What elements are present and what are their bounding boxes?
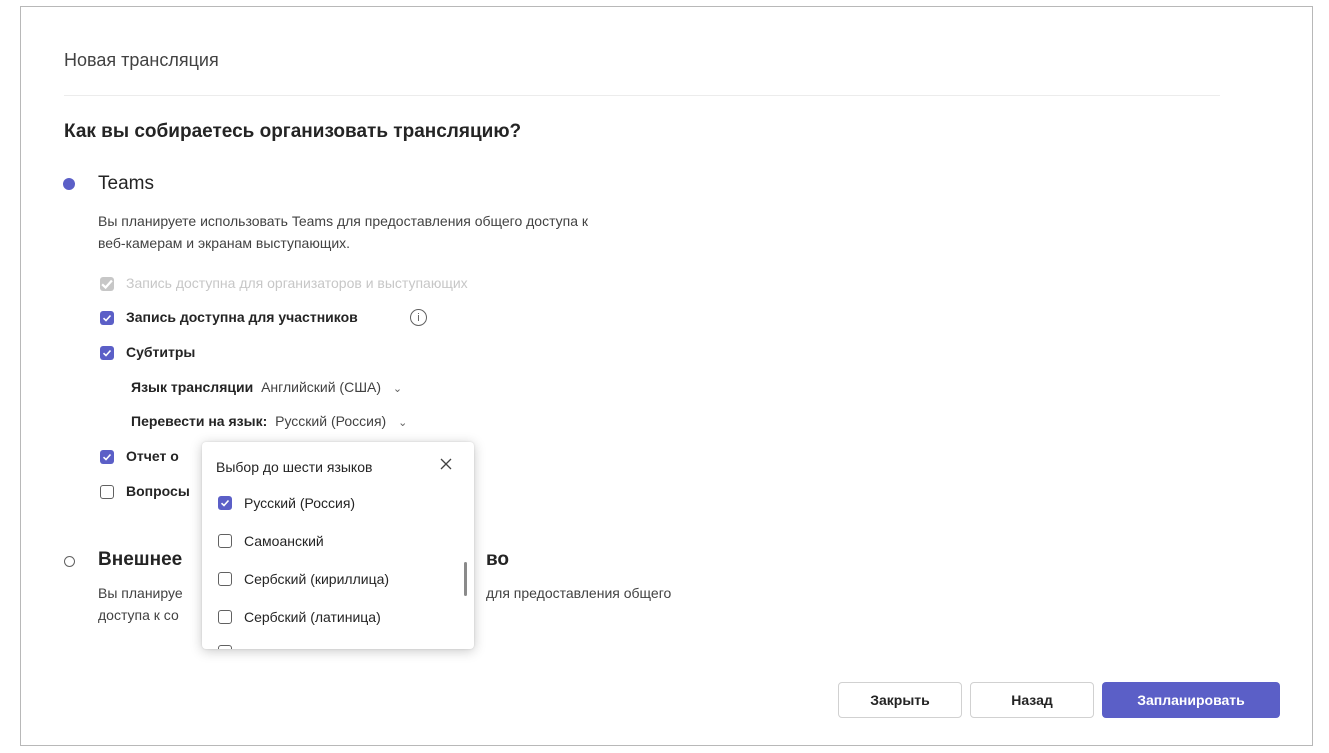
captions-checkbox[interactable]	[100, 346, 114, 360]
check-icon	[102, 349, 112, 357]
teams-option-title[interactable]: Teams	[98, 173, 154, 195]
language-checkbox[interactable]	[218, 572, 232, 586]
chevron-down-icon[interactable]: ⌄	[398, 416, 407, 429]
language-label[interactable]: Русский (Россия)	[244, 495, 355, 511]
question-heading: Как вы собираетесь организовать трансляц…	[64, 121, 522, 142]
recording-organizers-checkbox	[100, 277, 114, 291]
broadcast-language-label: Язык трансляции	[131, 379, 254, 395]
report-checkbox[interactable]	[100, 450, 114, 464]
translate-language-value[interactable]: Русский (Россия)	[275, 413, 386, 429]
external-option-title-tail[interactable]: во	[486, 549, 509, 571]
language-select-popup: Выбор до шести языков Русский (Россия) С…	[202, 442, 474, 649]
teams-description-line1: Вы планируете использовать Teams для пре…	[98, 213, 589, 229]
broadcast-language-row[interactable]: Язык трансляции Английский (США) ⌄	[131, 379, 402, 395]
title-divider	[64, 95, 1220, 96]
captions-label[interactable]: Субтитры	[126, 344, 195, 360]
popup-scrollbar[interactable]	[464, 562, 467, 596]
check-icon	[220, 499, 230, 507]
language-label[interactable]: Сербский (кириллица)	[244, 571, 389, 587]
language-label[interactable]: Самоанский	[244, 533, 324, 549]
language-checkbox[interactable]	[218, 610, 232, 624]
recording-organizers-label: Запись доступна для организаторов и выст…	[126, 275, 468, 291]
translate-language-row[interactable]: Перевести на язык: Русский (Россия) ⌄	[131, 413, 407, 429]
language-label[interactable]: Сербский (латиница)	[244, 609, 381, 625]
teams-radio[interactable]	[63, 178, 75, 190]
popup-title: Выбор до шести языков	[216, 459, 373, 475]
chevron-down-icon[interactable]: ⌄	[393, 382, 402, 395]
schedule-button[interactable]: Запланировать	[1102, 682, 1280, 718]
report-label[interactable]: Отчет о	[126, 448, 179, 464]
recording-attendees-label[interactable]: Запись доступна для участников	[126, 309, 358, 325]
close-icon-glyph	[440, 458, 452, 470]
check-icon	[102, 314, 112, 322]
recording-attendees-checkbox[interactable]	[100, 311, 114, 325]
close-button[interactable]: Закрыть	[838, 682, 962, 718]
language-checkbox[interactable]	[218, 645, 232, 649]
check-icon	[102, 453, 112, 461]
check-icon	[101, 279, 113, 290]
close-icon[interactable]	[438, 456, 454, 472]
external-description-line1-start: Вы планируе	[98, 585, 183, 601]
language-checkbox[interactable]	[218, 534, 232, 548]
external-radio[interactable]	[64, 556, 75, 567]
external-option-title[interactable]: Внешнее	[98, 549, 182, 571]
dialog-title: Новая трансляция	[64, 50, 219, 70]
external-description-line1-end: для предоставления общего	[486, 585, 672, 601]
info-icon[interactable]: i	[410, 309, 427, 326]
qa-checkbox[interactable]	[100, 485, 114, 499]
teams-description-line2: веб-камерам и экранам выступающих.	[98, 235, 351, 251]
language-checkbox[interactable]	[218, 496, 232, 510]
translate-language-label: Перевести на язык:	[131, 413, 268, 429]
qa-label[interactable]: Вопросы	[126, 483, 190, 499]
broadcast-language-value[interactable]: Английский (США)	[261, 379, 381, 395]
external-description-line2-start: доступа к со	[98, 607, 179, 623]
back-button[interactable]: Назад	[970, 682, 1094, 718]
